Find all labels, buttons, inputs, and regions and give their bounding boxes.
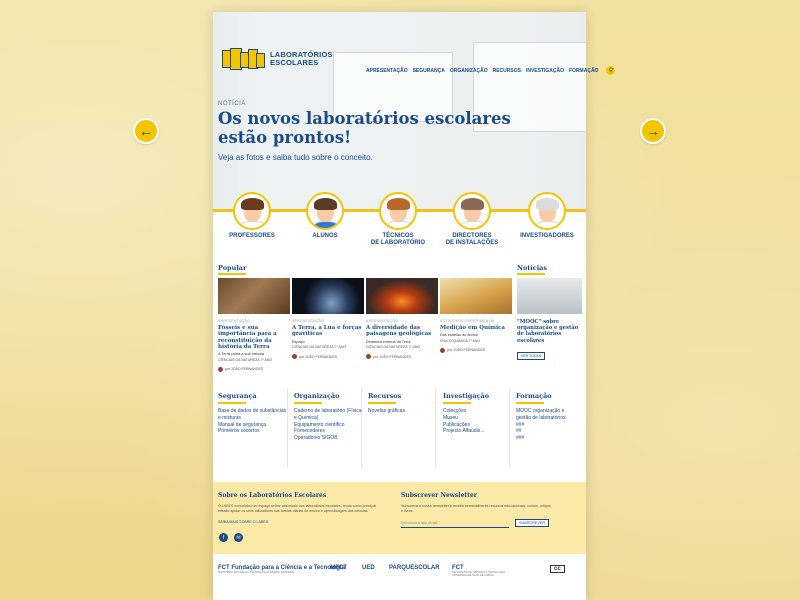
column-formacao: Formação MOOC organização e gestão de la… [516, 392, 578, 442]
about-title: Sobre os Laboratórios Escolares [218, 492, 327, 499]
newsletter-text: Subscreva a nossa newsletter e receba se… [401, 504, 551, 513]
hero-subhead: Veja as fotos e saiba tudo sobre o conce… [218, 153, 373, 162]
popular-underline [218, 273, 246, 275]
see-all-news-button[interactable]: VER TODAS [517, 351, 546, 360]
popular-card[interactable]: APRESENTAÇÃO A Terra, a Lua e forças gra… [292, 278, 364, 360]
link[interactable]: Fornecedores [294, 428, 364, 435]
popular-card[interactable]: ACTIVIDADE EXPERIMENTAL Medição em Quími… [440, 278, 512, 353]
nav-investigacao[interactable]: INVESTIGAÇÃO [526, 68, 564, 74]
link[interactable]: ### [516, 422, 578, 429]
technician-avatar-icon [379, 192, 417, 230]
popular-title: Popular [218, 264, 247, 272]
news-title: Notícias [517, 264, 548, 272]
card-thumbnail [218, 278, 290, 314]
link[interactable]: Primeiros socorros [218, 428, 288, 435]
card-thumbnail [292, 278, 364, 314]
logo-text: LABORATÓRIOS ESCOLARES [270, 50, 333, 67]
link[interactable]: Novelas gráficas [368, 408, 438, 415]
column-investigacao: Investigação Colecções Museu Publicações… [443, 392, 513, 435]
author-avatar [218, 366, 223, 372]
partner-fct-nova-logo[interactable]: FCT FACULDADE DE CIÊNCIAS E TECNOLOGIA UN… [452, 565, 507, 577]
nav-apresentacao[interactable]: APRESENTAÇÃO [366, 68, 408, 74]
student-avatar-icon [306, 192, 344, 230]
facebook-icon[interactable]: f [219, 533, 228, 542]
persona-investigadores[interactable]: INVESTIGADORES [512, 192, 582, 240]
author-avatar [440, 347, 445, 353]
card-author: por JOÃO FERNANDES [440, 347, 512, 353]
card-title[interactable]: A Terra, a Lua e forças gravíticas [292, 325, 364, 338]
carousel-prev-button[interactable]: ← [133, 118, 159, 144]
link[interactable]: Equipamento científico [294, 422, 364, 429]
link[interactable]: Base de dados de substâncias e misturas [218, 408, 288, 422]
link[interactable]: ### [516, 435, 578, 442]
hero-headline[interactable]: Os novos laboratórios escolares estão pr… [218, 109, 518, 148]
column-seguranca: Segurança Base de dados de substâncias e… [218, 392, 288, 435]
link[interactable]: Colecções [443, 408, 513, 415]
link[interactable]: Museu [443, 415, 513, 422]
column-recursos: Recursos Novelas gráficas [368, 392, 438, 415]
link[interactable]: Publicações [443, 422, 513, 429]
card-author: por JOÃO FERNANDES [292, 354, 364, 360]
column-organizacao: Organização Caderno de laboratório (Físi… [294, 392, 364, 442]
creative-commons-icon[interactable]: cc [550, 565, 565, 573]
persona-directores[interactable]: DIRECTORES DE INSTALAÇÕES [437, 192, 507, 246]
email-icon[interactable]: ✉ [234, 533, 243, 542]
persona-alunos[interactable]: ALUNOS [290, 192, 360, 240]
arrow-right-icon: → [646, 123, 660, 139]
link[interactable]: Caderno de laboratório (Física e Química… [294, 408, 364, 422]
nav-seguranca[interactable]: SEGURANÇA [413, 68, 445, 74]
card-thumbnail [366, 278, 438, 314]
labes-logo-mark [222, 48, 266, 70]
card-title[interactable]: Fósseis e sua importância para a reconst… [218, 325, 290, 350]
partner-ued-logo[interactable]: UED [362, 565, 375, 571]
news-item[interactable]: "MOOC" sobre organização e gestão de lab… [517, 278, 582, 362]
link[interactable]: ## [516, 428, 578, 435]
about-link[interactable]: SAIBA MAIS SOBRE O LABES [218, 520, 268, 525]
search-icon[interactable]: ⚲ [606, 66, 616, 75]
site-logo[interactable]: LABORATÓRIOS ESCOLARES [222, 48, 333, 70]
teacher-avatar-icon [233, 192, 271, 230]
nav-recursos[interactable]: RECURSOS [493, 68, 521, 74]
card-author: por JOÃO FERNANDES [218, 366, 290, 372]
news-thumbnail [517, 278, 582, 314]
partner-parquescolar-logo[interactable]: PARQUESCOLAR [389, 565, 440, 571]
card-thumbnail [440, 278, 512, 314]
popular-card[interactable]: APRESENTAÇÃO A diversidade das paisagens… [366, 278, 438, 360]
link[interactable]: Manual de segurança [218, 422, 288, 429]
researcher-avatar-icon [528, 192, 566, 230]
director-avatar-icon [453, 192, 491, 230]
nav-formacao[interactable]: FORMAÇÃO [569, 68, 598, 74]
subscribe-button[interactable]: SUBSCREVER [515, 519, 550, 527]
carousel-next-button[interactable]: → [640, 118, 666, 144]
popular-card[interactable]: APRESENTAÇÃO Fósseis e sua importância p… [218, 278, 290, 372]
link[interactable]: MOOC organização e gestão de laboratório… [516, 408, 578, 422]
author-avatar [366, 354, 371, 360]
link[interactable]: Projecto Alfaúdis... [443, 428, 513, 435]
card-title[interactable]: A diversidade das paisagens geológicas [366, 325, 438, 338]
newsletter-title: Subscrever Newsletter [401, 492, 477, 499]
persona-professores[interactable]: PROFESSORES [217, 192, 287, 240]
author-avatar [292, 354, 297, 360]
partner-idfct-logo[interactable]: idFCT [330, 565, 347, 571]
about-text: O LABES consolidou um espaço online asso… [218, 504, 377, 513]
arrow-left-icon: ← [139, 123, 153, 139]
card-author: por JOÃO FERNANDES [366, 354, 438, 360]
main-nav: APRESENTAÇÃO SEGURANÇA ORGANIZAÇÃO RECUR… [366, 66, 616, 75]
link[interactable]: Operadores SIGOB [294, 435, 364, 442]
news-underline [517, 273, 545, 275]
persona-tecnicos[interactable]: TÉCNICOS DE LABORATÓRIO [363, 192, 433, 246]
nav-organizacao[interactable]: ORGANIZAÇÃO [450, 68, 488, 74]
news-item-title[interactable]: "MOOC" sobre organização e gestão de lab… [517, 319, 582, 344]
hero-kicker: NOTÍCIA [218, 101, 246, 107]
newsletter-email-input[interactable]: Introduza o seu email [401, 521, 509, 528]
partner-fct-logo[interactable]: FCT Fundação para a Ciência e a Tecnolog… [218, 565, 345, 574]
card-title[interactable]: Medição em Química [440, 325, 512, 331]
